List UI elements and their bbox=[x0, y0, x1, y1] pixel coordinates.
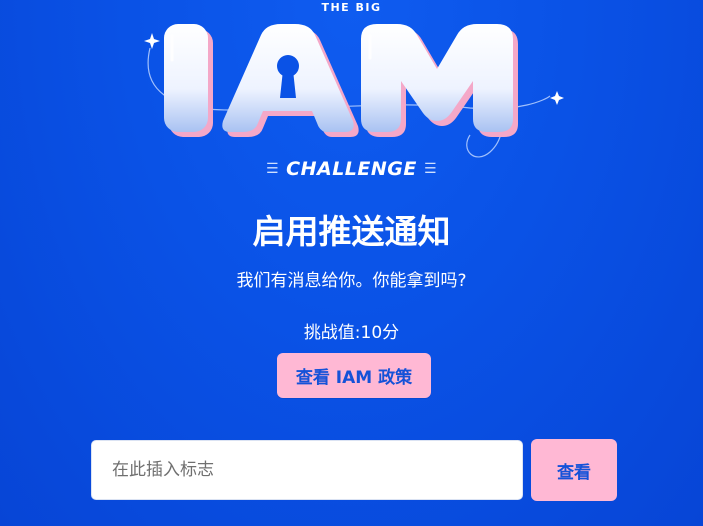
left-dash-decoration: ☰ bbox=[265, 161, 280, 177]
view-iam-policy-button[interactable]: 查看 IAM 政策 bbox=[277, 353, 431, 398]
page-title: 启用推送通知 bbox=[252, 212, 451, 251]
check-flag-button[interactable]: 查看 bbox=[531, 439, 617, 501]
challenge-label: CHALLENGE bbox=[286, 158, 417, 180]
challenge-score: 挑战值:10分 bbox=[303, 323, 400, 343]
logo-bottom-text: ☰ CHALLENGE ☰ bbox=[0, 158, 703, 180]
flag-input[interactable] bbox=[91, 440, 523, 500]
sparkle-icon bbox=[550, 91, 564, 105]
sparkle-icon bbox=[144, 33, 160, 49]
page-subtitle: 我们有消息给你。你能拿到吗? bbox=[236, 271, 467, 291]
right-dash-decoration: ☰ bbox=[423, 161, 438, 177]
